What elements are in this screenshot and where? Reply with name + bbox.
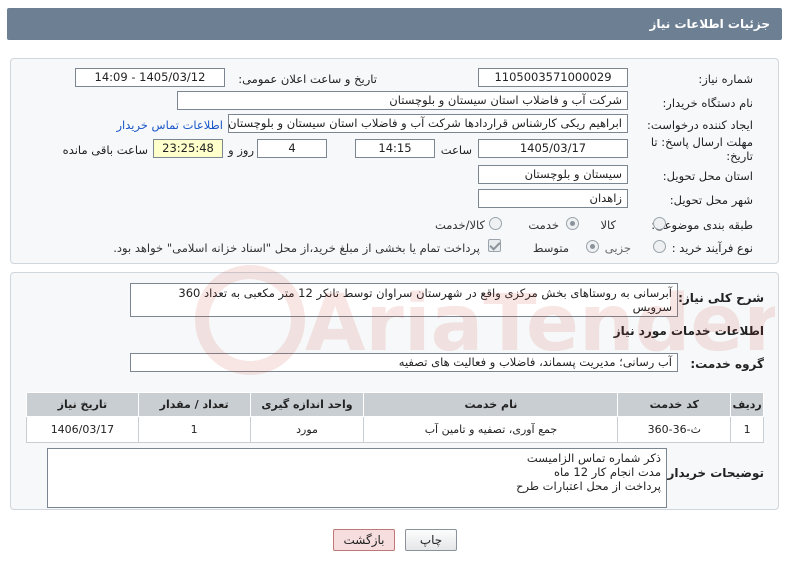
table-row: 1 ث-36-360 جمع آوری، تصفیه و تامین آب مو… [26,416,764,443]
description-textarea: آبرسانی به روستاهای بخش مرکزی واقع در شه… [130,283,678,317]
treasury-payment-checkbox[interactable] [488,239,501,252]
category-goods-label: کالا [600,218,616,232]
category-label: طبقه بندی موضوعی: [651,218,753,232]
buyer-contact-link[interactable]: اطلاعات تماس خریدار [116,118,223,132]
deadline-label: مهلت ارسال پاسخ: تا تاریخ: [650,135,753,163]
col-service-name: نام خدمت [363,392,619,417]
city-field: زاهدان [478,189,628,208]
buyer-notes-label: توضیحات خریدار: [662,466,764,480]
cell-unit: مورد [249,416,365,443]
need-number-field: 1105003571000029 [478,68,628,87]
announce-label: تاریخ و ساعت اعلان عمومی: [238,72,377,86]
cell-row-number: 1 [730,416,764,443]
province-field: سیستان و بلوچستان [478,165,628,184]
remaining-time-field: 23:25:48 [153,139,223,158]
category-service-radio[interactable] [566,217,579,230]
cell-service-name: جمع آوری، تصفیه و تامین آب [363,416,619,443]
buyer-notes-textarea: ذکر شماره تماس الزامیست مدت انجام کار 12… [47,448,667,508]
services-table: ردیف کد خدمت نام خدمت واحد اندازه گیری ت… [26,392,764,443]
buyer-note-line: پرداخت از محل اعتبارات طرح [516,479,661,493]
announce-datetime-field: 1405/03/12 - 14:09 [75,68,225,87]
service-group-field: آب رسانی؛ مدیریت پسماند، فاضلاب و فعالیت… [130,353,678,372]
buyer-note-line: مدت انجام کار 12 ماه [554,465,661,479]
deadline-time-label: ساعت [440,143,472,157]
page-header: جزئیات اطلاعات نیاز [0,0,789,48]
table-header-row: ردیف کد خدمت نام خدمت واحد اندازه گیری ت… [26,392,764,417]
creator-field: ابراهیم ریکی کارشناس قراردادها شرکت آب و… [228,114,628,133]
process-medium-label: متوسط [532,241,569,255]
deadline-time-field: 14:15 [355,139,435,158]
buyer-org-field: شرکت آب و فاضلاب استان سیستان و بلوچستان [177,91,628,110]
header-bar: جزئیات اطلاعات نیاز [7,8,782,40]
col-need-date: تاریخ نیاز [26,392,139,417]
process-minor-label: جزیی [604,241,631,255]
category-service-label: خدمت [528,218,559,232]
category-goods-service-radio[interactable] [489,217,502,230]
cell-quantity: 1 [137,416,251,443]
process-minor-radio[interactable] [653,240,666,253]
creator-label: ایجاد کننده درخواست: [647,118,753,132]
buyer-note-line: ذکر شماره تماس الزامیست [526,451,661,465]
city-label: شهر محل تحویل: [669,193,753,207]
print-button[interactable]: چاپ [405,529,457,551]
cell-need-date: 1406/03/17 [26,416,139,443]
treasury-payment-note: پرداخت تمام یا بخشی از مبلغ خرید،از محل … [113,241,480,255]
remaining-label: ساعت باقی مانده [62,143,148,157]
process-medium-radio[interactable] [586,240,599,253]
category-goods-service-label: کالا/خدمت [434,218,485,232]
process-label: نوع فرآیند خرید : [671,241,753,255]
category-goods-radio[interactable] [653,217,666,230]
days-remaining-field: 4 [257,139,327,158]
col-unit: واحد اندازه گیری [249,392,365,417]
description-label: شرح کلی نیاز: [678,291,764,305]
back-button[interactable]: بازگشت [333,529,395,551]
col-row-number: ردیف [730,392,764,417]
page-title: جزئیات اطلاعات نیاز [649,17,770,31]
services-section-title: اطلاعات خدمات مورد نیاز [613,324,764,338]
col-quantity: تعداد / مقدار [137,392,251,417]
deadline-date-field: 1405/03/17 [478,139,628,158]
buyer-org-label: نام دستگاه خریدار: [662,96,753,110]
service-group-label: گروه خدمت: [690,357,764,371]
days-label: روز و [228,143,254,157]
col-service-code: کد خدمت [617,392,732,417]
province-label: استان محل تحویل: [662,169,753,183]
need-number-label: شماره نیاز: [698,72,753,86]
cell-service-code: ث-36-360 [617,416,732,443]
